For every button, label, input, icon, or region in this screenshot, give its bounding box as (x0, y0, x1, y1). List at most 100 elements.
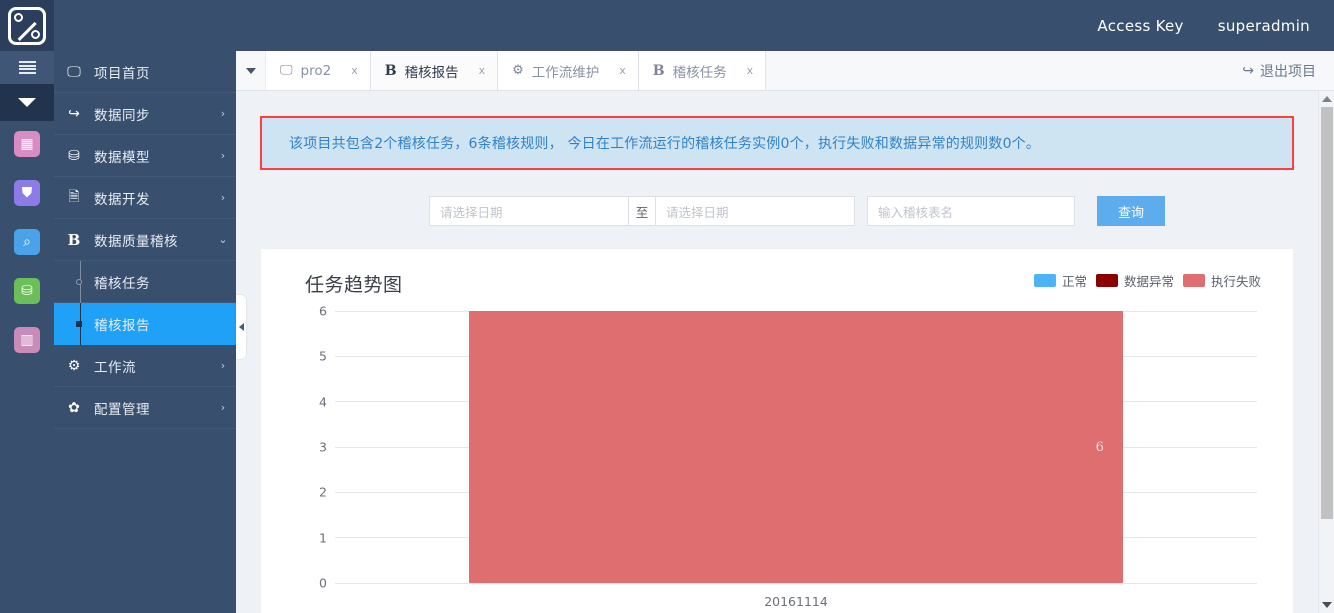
tab-audit-task[interactable]: B 稽核任务 x (638, 51, 767, 90)
scroll-up-button[interactable] (1319, 91, 1334, 107)
chevron-right-icon: › (220, 107, 226, 120)
gears-icon: ⚙ (67, 357, 81, 374)
tab-close-icon[interactable]: x (351, 64, 358, 77)
sidebar-item-data-dev[interactable]: 🗎 数据开发 › (54, 177, 236, 219)
tab-label: 稽核任务 (672, 64, 727, 81)
legend-item-normal[interactable]: 正常 (1033, 271, 1087, 290)
chart-bar[interactable] (468, 311, 1124, 583)
menu-toggle-button[interactable] (0, 51, 54, 84)
bar-chart-icon[interactable]: ▥ (14, 327, 40, 353)
date-to-input[interactable]: 请选择日期 (655, 196, 855, 226)
chart-y-tick-label: 3 (319, 439, 327, 455)
chart-x-tick-label: 20161114 (764, 594, 828, 609)
sidebar-item-home[interactable]: 🖵 项目首页 (54, 51, 236, 93)
access-key-link[interactable]: Access Key (1097, 17, 1183, 35)
sidebar-item-audit-report[interactable]: 稽核报告 (54, 303, 236, 345)
chevron-right-icon: › (220, 191, 226, 204)
sidebar-item-data-sync[interactable]: ↪ 数据同步 › (54, 93, 236, 135)
tab-close-icon[interactable]: x (619, 64, 626, 77)
legend-label: 执行失败 (1210, 274, 1261, 289)
legend-item-exec-failed[interactable]: 执行失败 (1182, 271, 1261, 290)
file-code-icon: 🗎 (68, 188, 80, 205)
caret-down-icon (245, 67, 256, 74)
sidebar-item-label: 稽核报告 (94, 318, 150, 334)
bold-b-icon: B (652, 62, 665, 79)
logo-circle-top (14, 12, 23, 22)
sidebar-item-config[interactable]: ✿ 配置管理 › (54, 387, 236, 429)
query-button[interactable]: 查询 (1097, 196, 1165, 226)
scroll-down-button[interactable] (1319, 597, 1334, 613)
rail-icon-list: ▦ ⛊ ⌕ ⛁ ▥ (0, 121, 54, 353)
submenu-connector (54, 260, 94, 303)
chart-y-tick-label: 6 (319, 303, 327, 319)
bold-b-icon: B (67, 230, 81, 249)
database-icon: ⛁ (68, 147, 80, 164)
icon-rail: ▦ ⛊ ⌕ ⛁ ▥ (0, 51, 54, 613)
tab-label: 工作流维护 (531, 64, 600, 81)
date-range-separator: 至 (629, 196, 655, 226)
legend-swatch-icon (1182, 274, 1205, 287)
sync-arrow-icon: ↪ (68, 105, 80, 122)
logout-project-button[interactable]: ↪ 退出项目 (1224, 51, 1334, 90)
folder-search-icon[interactable]: ⌕ (14, 229, 40, 255)
legend-label: 正常 (1061, 274, 1087, 289)
chart-card: 任务趋势图 正常 数据异常 执行失败 0123456 6 20161114 (260, 248, 1294, 613)
shield-icon[interactable]: ⛊ (14, 180, 40, 206)
chevron-right-icon: › (220, 359, 226, 372)
legend-swatch-icon (1033, 274, 1056, 287)
chart-y-tick-label: 5 (319, 348, 327, 364)
calendar-icon[interactable]: ▦ (14, 131, 40, 157)
gear-icon: ✿ (68, 399, 80, 416)
tab-workflow-maintain[interactable]: ⚙ 工作流维护 x (498, 51, 639, 90)
rail-collapse-button[interactable] (0, 84, 54, 121)
sidebar-item-workflow[interactable]: ⚙ 工作流 › (54, 345, 236, 387)
sidebar-item-label: 工作流 (94, 359, 136, 376)
submenu-connector (54, 303, 94, 345)
chevron-right-icon: › (220, 149, 226, 162)
tab-pro2[interactable]: 🖵 pro2 x (266, 51, 371, 90)
gears-icon: ⚙ (512, 63, 524, 78)
logout-label: 退出项目 (1260, 63, 1316, 80)
app-logo[interactable] (0, 0, 54, 51)
chart-plot-area: 0 1 2 3 4 5 6 6 20161114 (305, 304, 1257, 611)
sidebar-item-label: 数据质量稽核 (94, 233, 178, 250)
sidebar-item-data-quality[interactable]: B 数据质量稽核 ⌄ (54, 219, 236, 261)
top-bar: Access Key superadmin (0, 0, 1334, 51)
sidebar-collapse-handle[interactable] (236, 295, 246, 359)
chart-y-tick-label: 2 (319, 484, 327, 500)
logout-icon: ↪ (1242, 62, 1254, 79)
legend-item-data-anomaly[interactable]: 数据异常 (1095, 271, 1174, 290)
tab-close-icon[interactable]: x (747, 64, 754, 77)
database-config-icon[interactable]: ⛁ (14, 278, 40, 304)
content-scrollbar[interactable] (1318, 91, 1334, 613)
scrollbar-thumb[interactable] (1321, 107, 1333, 519)
summary-alert-text: 该项目共包含2个稽核任务，6条稽核规则， 今日在工作流运行的稽核任务实例0个，执… (289, 136, 1041, 152)
chevron-left-icon (238, 323, 244, 331)
tab-bar: 🖵 pro2 x B 稽核报告 x ⚙ 工作流维护 x B 稽核任务 x ↪ 退… (236, 51, 1334, 91)
sidebar-item-label: 项目首页 (94, 65, 150, 82)
chart-y-tick-label: 1 (319, 530, 327, 546)
submenu-dot-icon (76, 321, 82, 327)
sidebar-item-data-model[interactable]: ⛁ 数据模型 › (54, 135, 236, 177)
tab-audit-report[interactable]: B 稽核报告 x (370, 51, 499, 90)
date-range-group: 请选择日期 至 请选择日期 (429, 196, 855, 226)
percent-logo-icon (8, 6, 46, 45)
caret-up-icon (1321, 96, 1332, 102)
tab-label: pro2 (300, 62, 332, 79)
sidebar-menu: 🖵 项目首页 ↪ 数据同步 › ⛁ 数据模型 › 🗎 数据开发 › B 数据质量… (54, 51, 236, 613)
bold-b-icon: B (384, 62, 397, 79)
tab-close-icon[interactable]: x (479, 64, 486, 77)
table-name-input[interactable]: 输入稽核表名 (867, 196, 1075, 226)
tab-dropdown-button[interactable] (236, 51, 266, 90)
date-from-input[interactable]: 请选择日期 (429, 196, 629, 226)
monitor-icon: 🖵 (280, 63, 293, 78)
scrollbar-track[interactable] (1319, 107, 1334, 597)
user-menu[interactable]: superadmin (1218, 17, 1310, 35)
tab-label: 稽核报告 (404, 64, 459, 81)
chart-title: 任务趋势图 (305, 274, 403, 296)
filter-bar: 请选择日期 至 请选择日期 输入稽核表名 查询 (236, 196, 1318, 226)
sidebar-item-audit-task[interactable]: 稽核任务 (54, 260, 236, 303)
summary-alert-banner: 该项目共包含2个稽核任务，6条稽核规则， 今日在工作流运行的稽核任务实例0个，执… (260, 116, 1294, 170)
logo-circle-bottom (31, 29, 40, 39)
caret-down-icon (1321, 602, 1332, 608)
